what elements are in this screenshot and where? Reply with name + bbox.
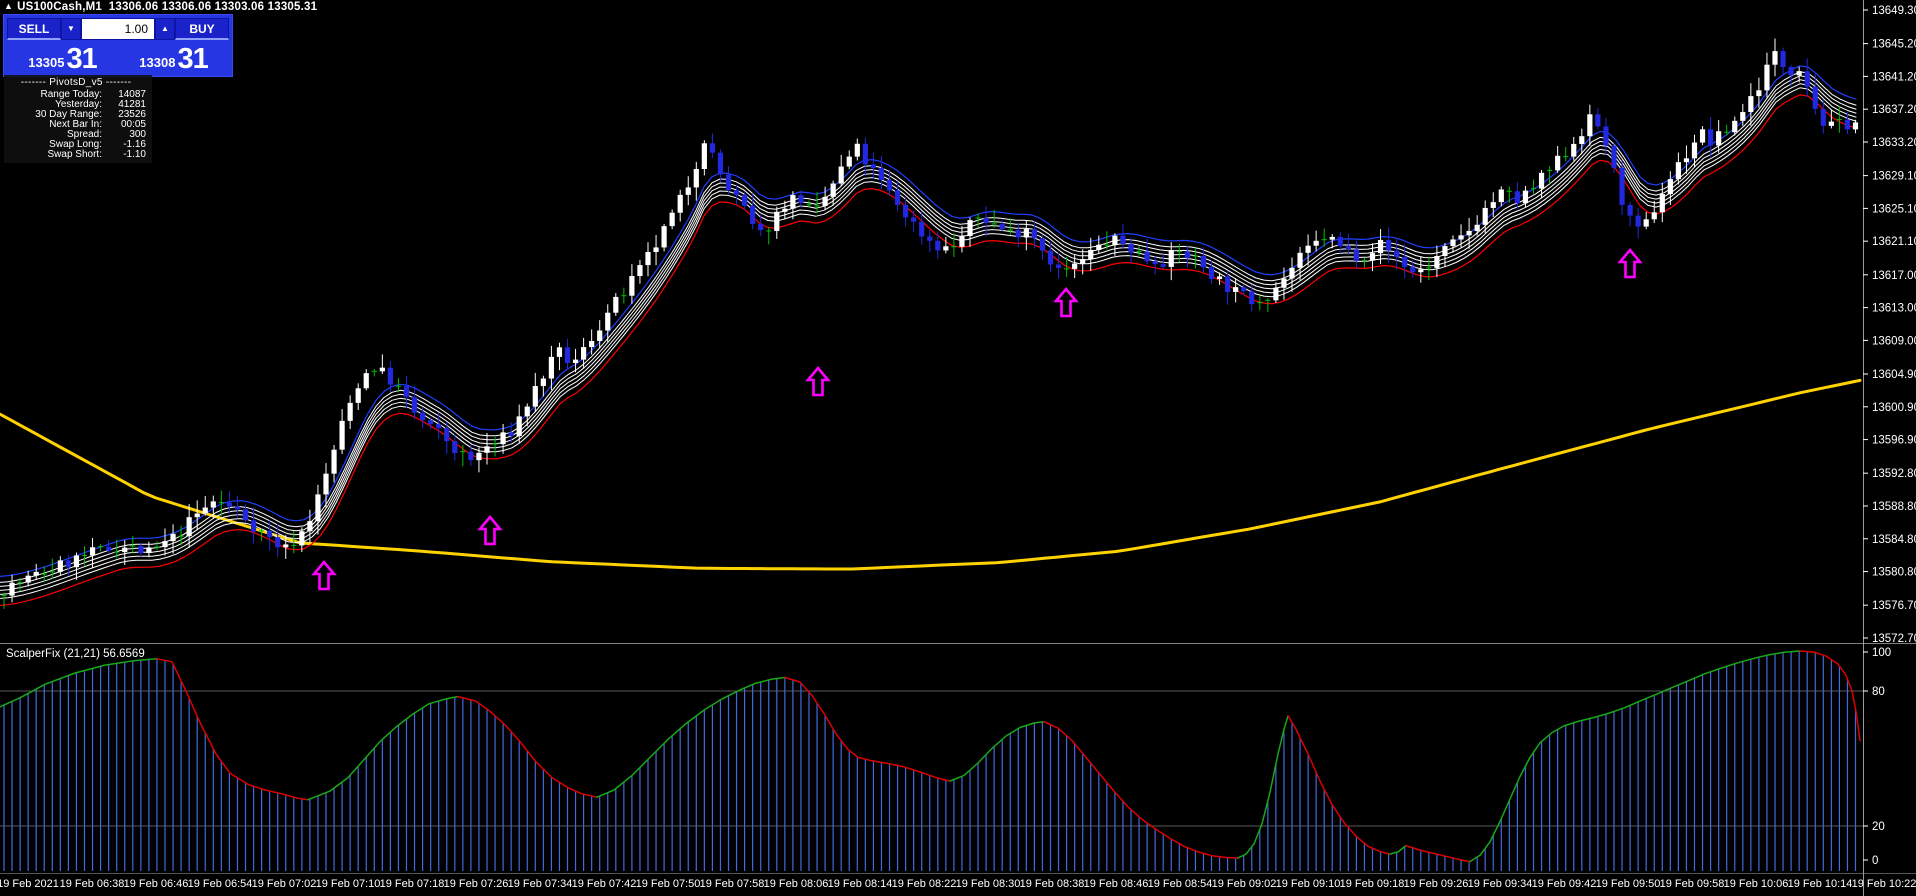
pivots-table: Range Today:14087Yesterday:4128130 Day R… bbox=[6, 90, 146, 160]
ohlc-readout: 13306.06 13306.06 13303.06 13305.31 bbox=[109, 1, 317, 13]
chart-title: ▲ US100Cash,M1 13306.06 13306.06 13303.06… bbox=[4, 1, 317, 13]
svg-text:13600.90: 13600.90 bbox=[1872, 402, 1916, 414]
svg-text:80: 80 bbox=[1872, 686, 1885, 698]
svg-text:19 Feb 10:14: 19 Feb 10:14 bbox=[1788, 878, 1853, 890]
volume-increase-button[interactable]: ▲ bbox=[155, 18, 175, 40]
svg-text:19 Feb 09:18: 19 Feb 09:18 bbox=[1340, 878, 1405, 890]
svg-text:19 Feb 08:06: 19 Feb 08:06 bbox=[764, 878, 829, 890]
svg-text:13609.00: 13609.00 bbox=[1872, 335, 1916, 347]
main-chart-plot[interactable] bbox=[0, 39, 1860, 609]
oscillator-title: ScalperFix (21,21) 56.6569 bbox=[6, 648, 145, 660]
ma-ribbon-channel bbox=[0, 66, 1856, 606]
svg-text:19 Feb 07:34: 19 Feb 07:34 bbox=[508, 878, 573, 890]
svg-text:19 Feb 07:50: 19 Feb 07:50 bbox=[636, 878, 701, 890]
svg-text:13629.10: 13629.10 bbox=[1872, 171, 1916, 183]
svg-text:0: 0 bbox=[1872, 855, 1878, 867]
svg-text:19 Feb 07:58: 19 Feb 07:58 bbox=[700, 878, 765, 890]
svg-text:13637.20: 13637.20 bbox=[1872, 104, 1916, 116]
svg-text:19 Feb 09:50: 19 Feb 09:50 bbox=[1596, 878, 1661, 890]
chart-canvas[interactable]: 13649.30 13645.20 13641.20 13637.20 13633.20… bbox=[0, 0, 1916, 896]
oscillator-axis-labels: 100 80 20 0 bbox=[1863, 647, 1891, 867]
svg-text:19 Feb 09:42: 19 Feb 09:42 bbox=[1532, 878, 1597, 890]
svg-text:19 Feb 06:46: 19 Feb 06:46 bbox=[124, 878, 189, 890]
svg-text:19 Feb 06:54: 19 Feb 06:54 bbox=[188, 878, 253, 890]
one-click-trading-panel: SELL ▼ 1.00 ▲ BUY 13305 31 13308 31 bbox=[3, 14, 233, 77]
pivots-row: Swap Short:-1.10 bbox=[6, 150, 146, 160]
pivots-row-value: -1.10 bbox=[108, 150, 146, 160]
mt4-chart-window: 13649.30 13645.20 13641.20 13637.20 13633.20… bbox=[0, 0, 1916, 896]
svg-text:13617.00: 13617.00 bbox=[1872, 270, 1916, 282]
svg-text:13641.20: 13641.20 bbox=[1872, 71, 1916, 83]
svg-text:19 Feb 09:26: 19 Feb 09:26 bbox=[1404, 878, 1469, 890]
svg-text:13596.90: 13596.90 bbox=[1872, 435, 1916, 447]
svg-text:19 Feb 07:02: 19 Feb 07:02 bbox=[252, 878, 317, 890]
svg-text:13645.20: 13645.20 bbox=[1872, 39, 1916, 51]
svg-text:13592.80: 13592.80 bbox=[1872, 468, 1916, 480]
oscillator-level-lines bbox=[0, 691, 1863, 826]
svg-text:19 Feb 2021: 19 Feb 2021 bbox=[0, 878, 59, 890]
svg-text:19 Feb 08:38: 19 Feb 08:38 bbox=[1020, 878, 1085, 890]
svg-text:13588.80: 13588.80 bbox=[1872, 501, 1916, 513]
svg-text:19 Feb 08:30: 19 Feb 08:30 bbox=[956, 878, 1021, 890]
svg-text:13649.30: 13649.30 bbox=[1872, 5, 1916, 17]
svg-text:19 Feb 08:14: 19 Feb 08:14 bbox=[828, 878, 893, 890]
svg-text:13621.10: 13621.10 bbox=[1872, 236, 1916, 248]
oscillator-histogram bbox=[4, 651, 1856, 871]
svg-text:13604.90: 13604.90 bbox=[1872, 369, 1916, 381]
svg-text:13576.70: 13576.70 bbox=[1872, 600, 1916, 612]
symbol-period-label: US100Cash,M1 bbox=[17, 1, 102, 13]
sell-price-main: 13305 bbox=[28, 52, 64, 74]
svg-text:13613.00: 13613.00 bbox=[1872, 303, 1916, 315]
svg-text:19 Feb 07:18: 19 Feb 07:18 bbox=[380, 878, 445, 890]
svg-text:19 Feb 07:10: 19 Feb 07:10 bbox=[316, 878, 381, 890]
sell-price-quote[interactable]: 13305 31 bbox=[7, 42, 118, 74]
candlesticks bbox=[1, 39, 1858, 609]
svg-text:19 Feb 08:54: 19 Feb 08:54 bbox=[1148, 878, 1213, 890]
svg-text:13584.80: 13584.80 bbox=[1872, 534, 1916, 546]
svg-text:20: 20 bbox=[1872, 821, 1885, 833]
window-menu-icon[interactable]: ▲ bbox=[4, 1, 13, 11]
svg-text:19 Feb 10:06: 19 Feb 10:06 bbox=[1724, 878, 1789, 890]
buy-price-pips: 31 bbox=[177, 45, 207, 74]
volume-input[interactable]: 1.00 bbox=[81, 18, 155, 40]
svg-text:13580.80: 13580.80 bbox=[1872, 567, 1916, 579]
svg-text:19 Feb 10:22: 19 Feb 10:22 bbox=[1852, 878, 1916, 890]
svg-text:100: 100 bbox=[1872, 647, 1891, 659]
chart-frame-lines bbox=[0, 0, 1916, 896]
svg-text:19 Feb 07:42: 19 Feb 07:42 bbox=[572, 878, 637, 890]
sell-price-pips: 31 bbox=[66, 45, 96, 74]
svg-text:13625.10: 13625.10 bbox=[1872, 203, 1916, 215]
svg-text:19 Feb 09:10: 19 Feb 09:10 bbox=[1276, 878, 1341, 890]
svg-text:19 Feb 07:26: 19 Feb 07:26 bbox=[444, 878, 509, 890]
svg-text:19 Feb 09:34: 19 Feb 09:34 bbox=[1468, 878, 1533, 890]
svg-text:19 Feb 09:58: 19 Feb 09:58 bbox=[1660, 878, 1725, 890]
svg-text:19 Feb 09:02: 19 Feb 09:02 bbox=[1212, 878, 1277, 890]
pivots-row-label: Swap Short: bbox=[6, 150, 108, 160]
svg-text:13633.20: 13633.20 bbox=[1872, 137, 1916, 149]
svg-text:19 Feb 08:46: 19 Feb 08:46 bbox=[1084, 878, 1149, 890]
buy-price-main: 13308 bbox=[139, 52, 175, 74]
buy-button[interactable]: BUY bbox=[175, 18, 229, 40]
pivots-indicator-panel: ------- PivotsD_v5 ------- Range Today:1… bbox=[4, 75, 152, 163]
sell-button[interactable]: SELL bbox=[7, 18, 61, 40]
price-axis-labels: 13649.30 13645.20 13641.20 13637.20 13633.20… bbox=[1863, 5, 1916, 645]
svg-text:13572.70: 13572.70 bbox=[1872, 633, 1916, 645]
oscillator-panel[interactable] bbox=[0, 651, 1863, 871]
volume-decrease-button[interactable]: ▼ bbox=[61, 18, 81, 40]
time-axis-labels: 19 Feb 202119 Feb 06:3819 Feb 06:4619 Fe… bbox=[0, 878, 1916, 890]
buy-signal-arrows bbox=[314, 250, 1640, 589]
svg-text:19 Feb 06:38: 19 Feb 06:38 bbox=[60, 878, 125, 890]
svg-text:19 Feb 08:22: 19 Feb 08:22 bbox=[892, 878, 957, 890]
buy-price-quote[interactable]: 13308 31 bbox=[118, 42, 229, 74]
